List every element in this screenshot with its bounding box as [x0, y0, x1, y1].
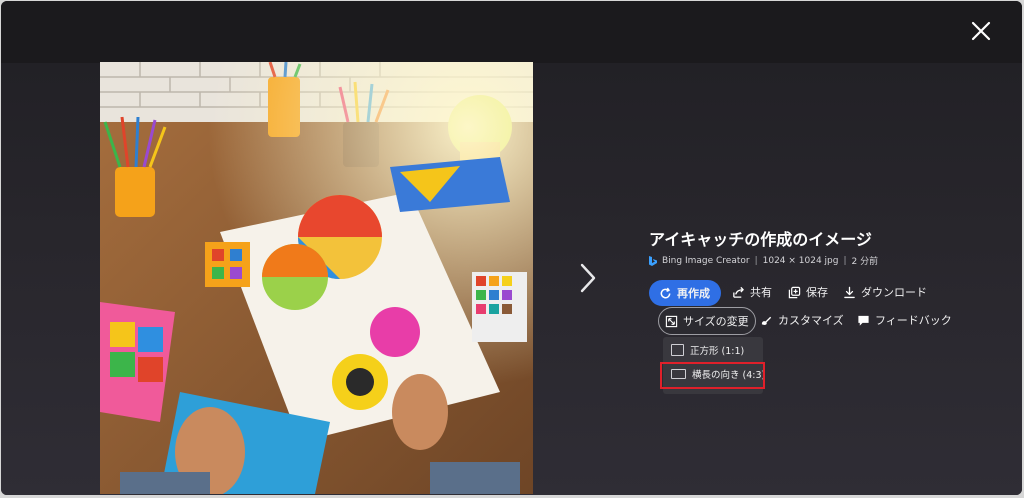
- image-meta: Bing Image Creator | 1024 × 1024 jpg | 2…: [649, 254, 878, 267]
- viewer-topbar: [1, 1, 1022, 63]
- next-image-button[interactable]: [574, 262, 600, 294]
- share-label: 共有: [750, 286, 772, 299]
- bing-logo-icon: [649, 255, 657, 266]
- refresh-icon: [660, 287, 671, 298]
- download-label: ダウンロード: [861, 286, 927, 299]
- resize-option-square[interactable]: 正方形 (1:1): [671, 343, 744, 357]
- square-aspect-icon: [671, 344, 684, 356]
- collection-add-icon: [788, 286, 801, 298]
- save-label: 保存: [806, 286, 828, 299]
- customize-label: カスタマイズ: [778, 314, 844, 327]
- share-icon: [733, 286, 744, 298]
- brush-icon: [761, 316, 772, 325]
- chevron-right-icon: [580, 263, 596, 293]
- meta-separator: |: [754, 255, 758, 266]
- close-button[interactable]: [970, 20, 992, 42]
- resize-label: サイズの変更: [683, 315, 749, 328]
- recreate-label: 再作成: [677, 287, 710, 300]
- highlight-annotation: [660, 362, 765, 389]
- generated-image[interactable]: [100, 62, 533, 494]
- download-button[interactable]: ダウンロード: [843, 284, 927, 300]
- resize-icon: [665, 315, 678, 327]
- download-icon: [844, 286, 855, 298]
- meta-separator: |: [843, 255, 847, 266]
- feedback-label: フィードバック: [875, 314, 952, 327]
- share-button[interactable]: 共有: [732, 284, 772, 300]
- image-resolution: 1024 × 1024 jpg: [762, 255, 839, 266]
- feedback-icon: [858, 315, 869, 326]
- recreate-button[interactable]: 再作成: [649, 280, 721, 306]
- feedback-button[interactable]: フィードバック: [857, 312, 952, 328]
- customize-button[interactable]: カスタマイズ: [760, 312, 844, 328]
- artwork-illustration: [100, 62, 533, 494]
- resize-button[interactable]: サイズの変更: [658, 307, 756, 335]
- image-title: アイキャッチの作成のイメージ: [649, 230, 872, 249]
- close-icon: [971, 21, 991, 41]
- save-button[interactable]: 保存: [788, 284, 828, 300]
- image-created-time: 2 分前: [851, 257, 879, 267]
- resize-option-label: 正方形 (1:1): [690, 346, 745, 357]
- image-source: Bing Image Creator: [662, 255, 750, 266]
